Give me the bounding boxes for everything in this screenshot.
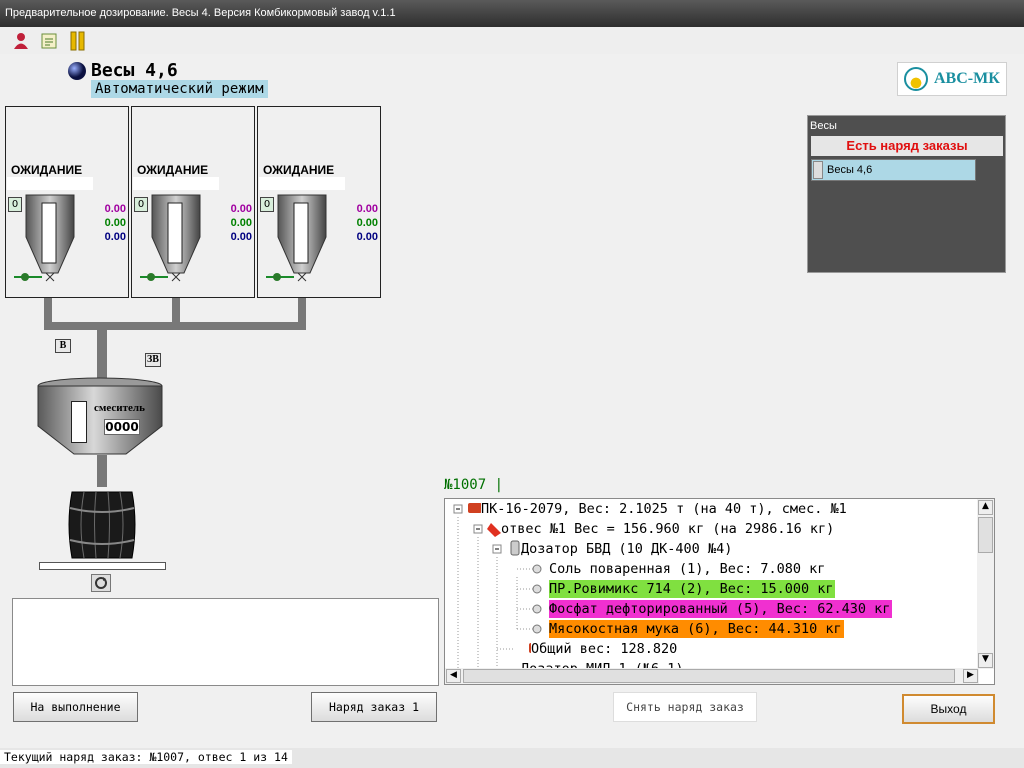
- status-ball-icon: [67, 61, 87, 84]
- toolbar: [0, 27, 1024, 54]
- company-logo: АВС-МК: [897, 62, 1007, 96]
- tree-node[interactable]: Общий вес: 128.820: [531, 640, 680, 658]
- tree-node[interactable]: Дозатор БВД (10 ДК-400 №4): [521, 540, 735, 558]
- pipe: [44, 322, 306, 330]
- scales-list-item[interactable]: Весы 4,6: [811, 159, 976, 181]
- bin-value: 0.00: [104, 231, 126, 243]
- bin-counter: 0: [260, 197, 274, 212]
- pipe: [97, 328, 107, 378]
- tree-node[interactable]: Соль поваренная (1), Вес: 7.080 кг: [549, 560, 828, 578]
- hscroll-thumb[interactable]: [463, 669, 955, 683]
- message-box[interactable]: [12, 598, 439, 686]
- bin-name-box: [7, 177, 93, 190]
- scroll-right-icon[interactable]: ▶: [963, 669, 978, 683]
- remove-order-button[interactable]: Снять наряд заказ: [613, 692, 757, 722]
- bin-value: 0.00: [230, 231, 252, 243]
- bin-value: 0.00: [356, 217, 378, 229]
- list-item-handle: [813, 161, 823, 180]
- status-bar: Текущий наряд заказ: №1007, отвес 1 из 1…: [0, 748, 1024, 768]
- order1-button[interactable]: Наряд заказ 1: [311, 692, 437, 722]
- order-tree[interactable]: ПК-16-2079, Вес: 2.1025 т (на 40 т), сме…: [444, 498, 995, 685]
- bin-name-box: [133, 177, 219, 190]
- mixer-value: 0000: [104, 419, 140, 435]
- pause-icon[interactable]: [66, 30, 88, 52]
- tree-node[interactable]: ПР.Ровимикс 714 (2), Вес: 15.000 кг: [549, 580, 836, 598]
- user-icon[interactable]: [10, 30, 32, 52]
- progress-bar: [39, 562, 166, 570]
- scroll-up-icon[interactable]: ▲: [978, 500, 993, 515]
- bin-value: 0.00: [230, 217, 252, 229]
- dosing-bin: ОЖИДАНИЕ 0 0.00 0.00 0.00: [131, 106, 255, 298]
- mixer-label: смеситель: [94, 402, 145, 414]
- scales-item-label: Весы 4,6: [827, 164, 873, 176]
- status-text: Текущий наряд заказ: №1007, отвес 1 из 1…: [0, 750, 292, 764]
- barrel-icon: [66, 486, 138, 567]
- bin-counter: 0: [134, 197, 148, 212]
- mode-label: Автоматический режим: [91, 80, 268, 98]
- bin-counter: 0: [8, 197, 22, 212]
- bin-status: ОЖИДАНИЕ: [11, 163, 83, 177]
- report-icon[interactable]: [38, 30, 60, 52]
- scales-panel-title: Весы: [810, 120, 837, 132]
- valve-v-button[interactable]: В: [55, 339, 71, 353]
- scroll-thumb[interactable]: [978, 517, 993, 553]
- dosing-bin: ОЖИДАНИЕ 0 0.00 0.00 0.00: [257, 106, 381, 298]
- exit-button[interactable]: Выход: [902, 694, 995, 724]
- mixer: [34, 376, 170, 461]
- scroll-left-icon[interactable]: ◀: [446, 669, 461, 683]
- bin-value: 0.00: [230, 203, 252, 215]
- bin-value: 0.00: [104, 203, 126, 215]
- tree-vscrollbar[interactable]: ▲ ▼: [977, 499, 994, 669]
- scales-panel: Весы Есть наряд заказы Весы 4,6: [807, 115, 1006, 273]
- tree-node[interactable]: ПК-16-2079, Вес: 2.1025 т (на 40 т), сме…: [481, 500, 849, 518]
- dosing-bin: ОЖИДАНИЕ 0 0.00 0.00 0.00: [5, 106, 129, 298]
- tree-hscrollbar[interactable]: ◀ ▶: [445, 668, 979, 684]
- bin-status: ОЖИДАНИЕ: [263, 163, 335, 177]
- window-title: Предварительное дозирование. Весы 4. Вер…: [0, 0, 1024, 27]
- mixer-level-bar: [71, 401, 87, 443]
- refresh-icon[interactable]: [91, 574, 111, 592]
- order-number: №1007 |: [444, 477, 504, 493]
- bin-name-box: [259, 177, 345, 190]
- execute-button[interactable]: На выполнение: [13, 692, 138, 722]
- bin-value: 0.00: [356, 203, 378, 215]
- order-alert: Есть наряд заказы: [811, 136, 1003, 156]
- tree-node[interactable]: Мясокостная мука (6), Вес: 44.310 кг: [549, 620, 844, 638]
- logo-text: АВС-МК: [934, 70, 1000, 87]
- tree-node[interactable]: Фосфат дефторированный (5), Вес: 62.430 …: [549, 600, 893, 618]
- logo-mark-icon: [904, 67, 928, 91]
- scale-title: Весы 4,6: [91, 60, 178, 81]
- tree-node[interactable]: отвес №1 Вес = 156.960 кг (на 2986.16 кг…: [501, 520, 837, 538]
- bin-value: 0.00: [356, 231, 378, 243]
- valve-zv-button[interactable]: ЗВ: [145, 353, 161, 367]
- bin-status: ОЖИДАНИЕ: [137, 163, 209, 177]
- scroll-down-icon[interactable]: ▼: [978, 653, 993, 668]
- bin-value: 0.00: [104, 217, 126, 229]
